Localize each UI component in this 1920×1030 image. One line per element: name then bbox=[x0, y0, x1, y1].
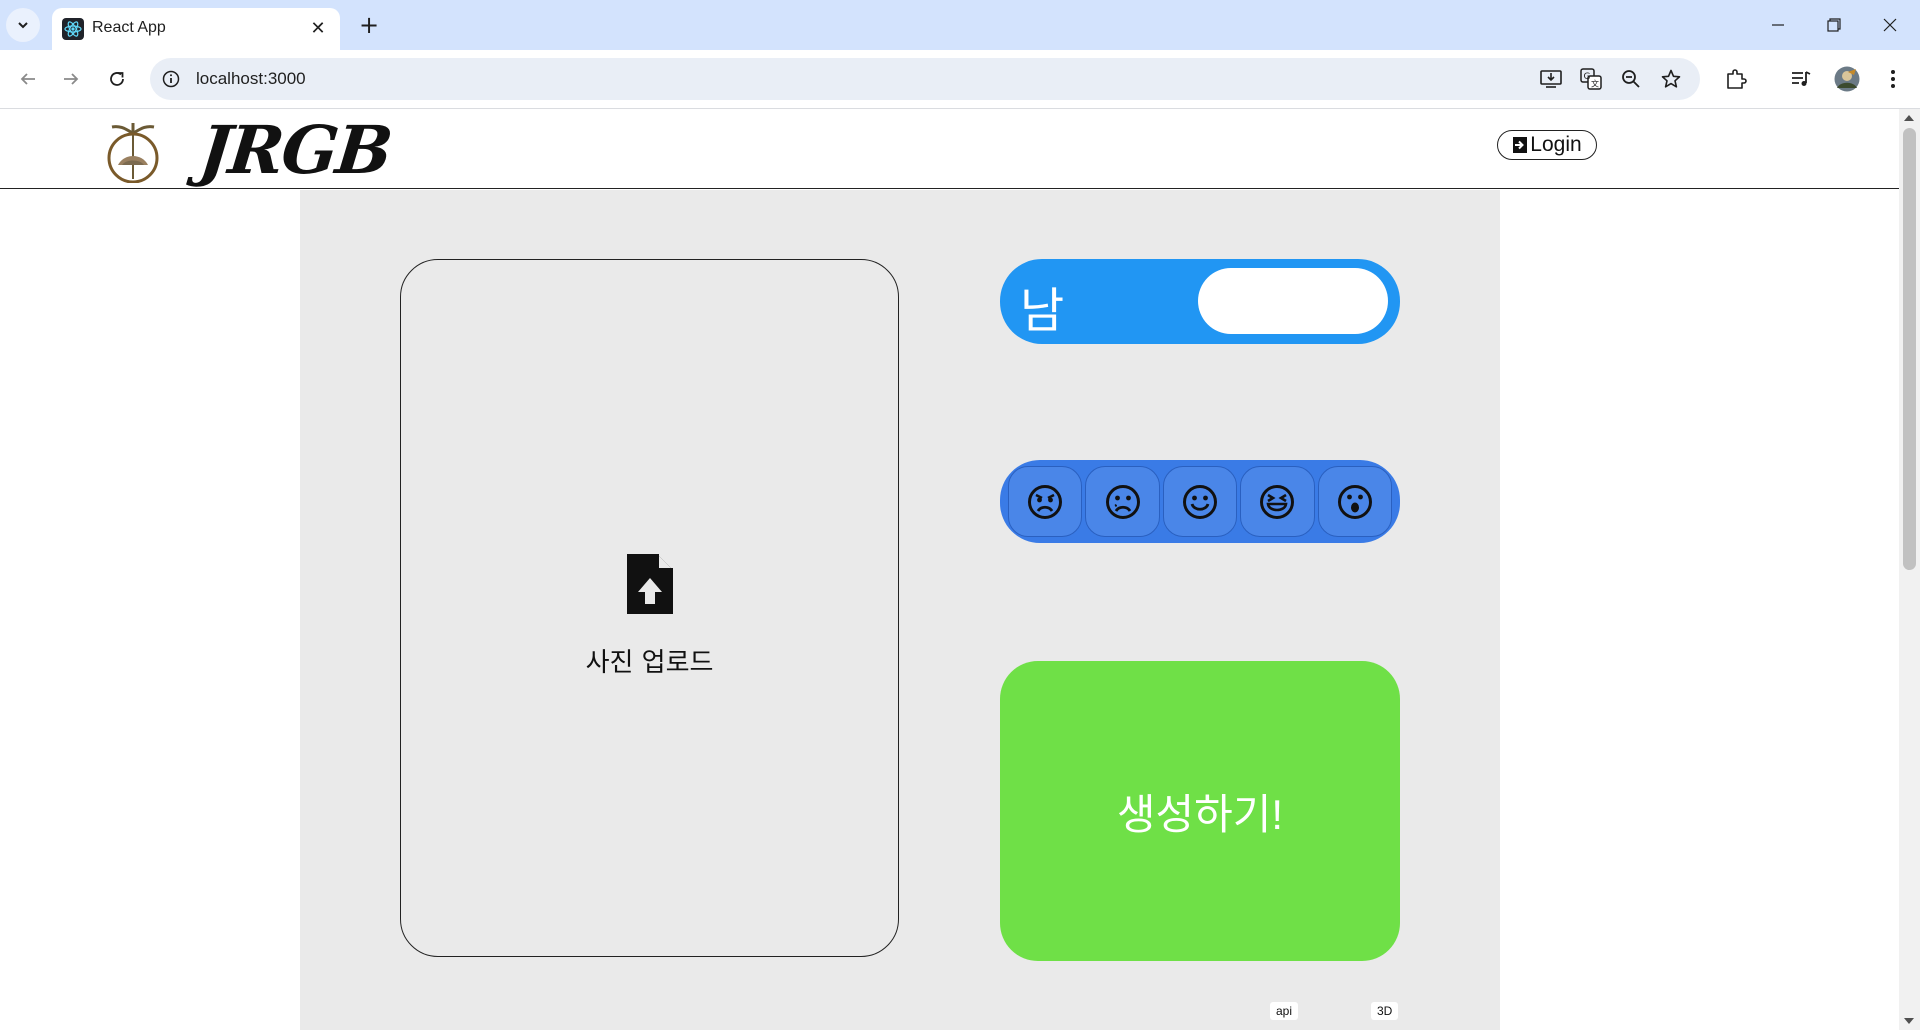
svg-text:G: G bbox=[1584, 72, 1591, 82]
zoom-icon[interactable] bbox=[1618, 66, 1644, 92]
close-window-icon[interactable] bbox=[1862, 6, 1918, 44]
gender-toggle[interactable]: 남 bbox=[1000, 259, 1400, 344]
browser-toolbar: localhost:3000 G文 bbox=[0, 50, 1920, 109]
file-upload-icon bbox=[627, 554, 673, 614]
logo-emblem-icon bbox=[107, 123, 159, 183]
gender-label: 남 bbox=[1020, 283, 1065, 339]
media-control-icon[interactable] bbox=[1785, 63, 1817, 95]
restore-icon[interactable] bbox=[1806, 6, 1862, 44]
forward-icon[interactable] bbox=[55, 63, 87, 95]
profile-avatar[interactable] bbox=[1831, 63, 1863, 95]
emotion-angry-button[interactable] bbox=[1008, 466, 1083, 537]
page-scrollbar[interactable] bbox=[1899, 109, 1920, 1030]
back-icon[interactable] bbox=[12, 63, 44, 95]
tab-title: React App bbox=[92, 19, 166, 36]
happy-face-icon bbox=[1183, 484, 1218, 519]
bookmark-star-icon[interactable] bbox=[1658, 66, 1684, 92]
emotion-laughing-button[interactable] bbox=[1240, 466, 1315, 537]
install-app-icon[interactable] bbox=[1538, 66, 1564, 92]
emotion-surprised-button[interactable] bbox=[1317, 466, 1393, 537]
translate-icon[interactable]: G文 bbox=[1578, 66, 1604, 92]
react-icon bbox=[62, 18, 84, 40]
browser-tab-strip: React App ✕ + bbox=[0, 0, 1920, 50]
upload-label: 사진 업로드 bbox=[585, 648, 714, 678]
site-info-icon[interactable] bbox=[160, 68, 182, 90]
svg-text:文: 文 bbox=[1591, 79, 1599, 89]
close-tab-icon[interactable]: ✕ bbox=[304, 14, 332, 42]
chevron-down-icon bbox=[18, 22, 28, 29]
tab-search-button[interactable] bbox=[6, 8, 40, 42]
address-bar[interactable]: localhost:3000 G文 bbox=[150, 58, 1700, 100]
reload-icon[interactable] bbox=[101, 63, 133, 95]
3d-button[interactable]: 3D bbox=[1371, 1002, 1399, 1020]
login-icon bbox=[1513, 137, 1528, 153]
gender-toggle-knob[interactable] bbox=[1198, 268, 1388, 334]
scrollbar-thumb[interactable] bbox=[1903, 128, 1916, 570]
scroll-up-icon[interactable] bbox=[1904, 115, 1914, 121]
active-tab[interactable]: React App ✕ bbox=[52, 8, 340, 50]
login-label: Login bbox=[1530, 133, 1582, 156]
emotion-happy-button[interactable] bbox=[1162, 466, 1238, 537]
scroll-down-icon[interactable] bbox=[1904, 1018, 1914, 1024]
extensions-icon[interactable] bbox=[1720, 63, 1752, 95]
sad-face-icon bbox=[1105, 484, 1140, 519]
laughing-face-icon bbox=[1260, 484, 1295, 519]
login-button[interactable]: Login bbox=[1497, 130, 1597, 160]
url-text[interactable]: localhost:3000 bbox=[196, 69, 306, 89]
site-header: JRGB Login bbox=[0, 109, 1899, 189]
page-viewport: JRGB Login 사진 업로드 남 생성하기! api 3D bbox=[0, 109, 1899, 1030]
emotion-selector bbox=[1000, 460, 1400, 543]
site-logo-text[interactable]: JRGB bbox=[196, 111, 394, 189]
minimize-icon[interactable] bbox=[1750, 6, 1806, 44]
kebab-menu-icon[interactable] bbox=[1877, 63, 1909, 95]
generate-button[interactable]: 생성하기! bbox=[1000, 661, 1400, 961]
angry-face-icon bbox=[1028, 484, 1063, 519]
surprised-face-icon bbox=[1337, 484, 1372, 519]
photo-upload-dropzone[interactable]: 사진 업로드 bbox=[400, 259, 899, 957]
api-button[interactable]: api bbox=[1270, 1002, 1299, 1020]
new-tab-button[interactable]: + bbox=[352, 8, 386, 42]
emotion-sad-button[interactable] bbox=[1085, 466, 1160, 537]
main-content: 사진 업로드 남 생성하기! api 3D bbox=[300, 190, 1500, 1030]
